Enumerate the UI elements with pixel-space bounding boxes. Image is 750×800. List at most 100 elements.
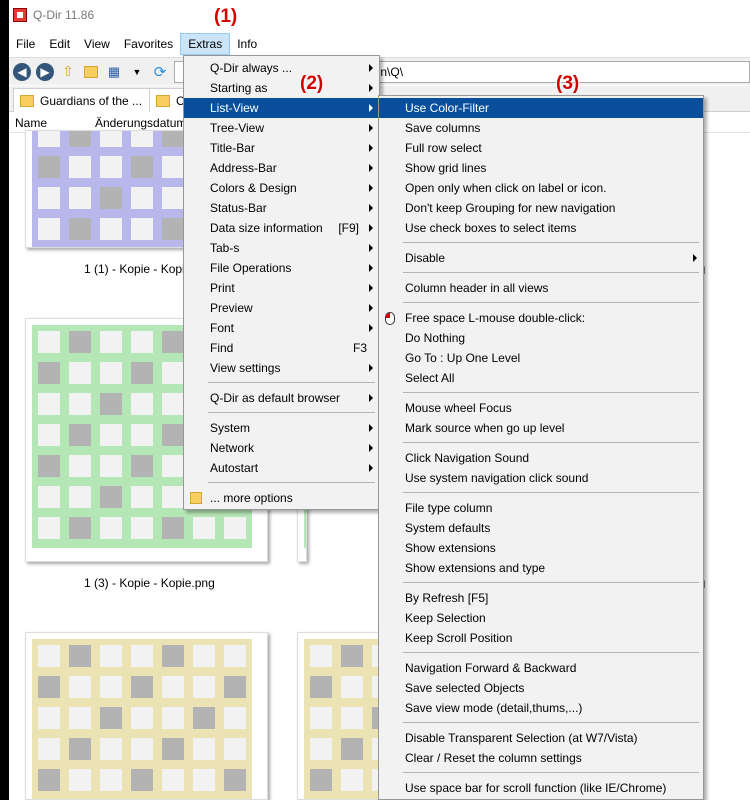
extras-item-10[interactable]: File Operations xyxy=(184,258,379,278)
back-button[interactable]: ◀ xyxy=(12,62,32,82)
listview-item-1[interactable]: Save columns xyxy=(379,118,703,138)
window-edge xyxy=(0,0,9,800)
menu-item-label: Keep Scroll Position xyxy=(405,631,513,645)
menu-file[interactable]: File xyxy=(9,33,42,55)
listview-item-22[interactable]: Keep Selection xyxy=(379,608,703,628)
up-folder-button[interactable]: ⇧ xyxy=(58,62,78,82)
extras-item-0[interactable]: Q-Dir always ... xyxy=(184,58,379,78)
menu-extras[interactable]: Extras xyxy=(180,33,231,55)
window-title: Q-Dir 11.86 xyxy=(33,8,95,22)
extras-item-11[interactable]: Print xyxy=(184,278,379,298)
listview-item-6[interactable]: Use check boxes to select items xyxy=(379,218,703,238)
menu-separator xyxy=(403,272,699,273)
extras-item-18[interactable]: Network xyxy=(184,438,379,458)
refresh-button[interactable]: ⟳ xyxy=(150,62,170,82)
listview-item-0[interactable]: Use Color-Filter xyxy=(379,98,703,118)
extras-item-15[interactable]: View settings xyxy=(184,358,379,378)
submenu-arrow-icon xyxy=(369,144,373,152)
extras-item-9[interactable]: Tab-s xyxy=(184,238,379,258)
submenu-arrow-icon xyxy=(369,284,373,292)
listview-item-24[interactable]: Navigation Forward & Backward xyxy=(379,658,703,678)
listview-item-14[interactable]: Mark source when go up level xyxy=(379,418,703,438)
file-thumbnail[interactable] xyxy=(25,632,268,800)
listview-item-21[interactable]: By Refresh [F5] xyxy=(379,588,703,608)
listview-item-15[interactable]: Click Navigation Sound xyxy=(379,448,703,468)
column-name[interactable]: Name xyxy=(15,116,47,130)
listview-item-29[interactable]: Use space bar for scroll function (like … xyxy=(379,778,703,798)
file-caption[interactable]: 1 (3) - Kopie - Kopie.png xyxy=(84,576,215,590)
menu-item-label: View settings xyxy=(210,361,281,375)
new-folder-button[interactable] xyxy=(81,62,101,82)
forward-arrow-icon: ▶ xyxy=(36,62,54,81)
listview-item-27[interactable]: Disable Transparent Selection (at W7/Vis… xyxy=(379,728,703,748)
menu-separator xyxy=(403,652,699,653)
listview-item-23[interactable]: Keep Scroll Position xyxy=(379,628,703,648)
menu-item-label: Save columns xyxy=(405,121,481,135)
extras-item-16[interactable]: Q-Dir as default browser xyxy=(184,388,379,408)
extras-item-1[interactable]: Starting as xyxy=(184,78,379,98)
listview-item-12[interactable]: Select All xyxy=(379,368,703,388)
tab-guardians[interactable]: Guardians of the ... xyxy=(13,88,153,112)
menu-view[interactable]: View xyxy=(77,33,117,55)
menu-item-label: Network xyxy=(210,441,255,455)
extras-item-19[interactable]: Autostart xyxy=(184,458,379,478)
column-date[interactable]: Änderungsdatum xyxy=(95,116,186,130)
listview-item-10[interactable]: Do Nothing xyxy=(379,328,703,348)
listview-item-7[interactable]: Disable xyxy=(379,248,703,268)
folder-star-icon xyxy=(84,65,98,78)
menu-edit[interactable]: Edit xyxy=(42,33,77,55)
menu-separator xyxy=(403,392,699,393)
submenu-arrow-icon xyxy=(369,324,373,332)
submenu-arrow-icon xyxy=(369,104,373,112)
listview-item-11[interactable]: Go To : Up One Level xyxy=(379,348,703,368)
extras-item-13[interactable]: Font xyxy=(184,318,379,338)
listview-item-26[interactable]: Save view mode (detail,thums,...) xyxy=(379,698,703,718)
listview-item-20[interactable]: Show extensions and type xyxy=(379,558,703,578)
menu-item-label: File type column xyxy=(405,501,493,515)
extras-item-17[interactable]: System xyxy=(184,418,379,438)
listview-item-4[interactable]: Open only when click on label or icon. xyxy=(379,178,703,198)
menu-item-label: Title-Bar xyxy=(210,141,255,155)
menu-info[interactable]: Info xyxy=(230,33,264,55)
tab-label: Guardians of the ... xyxy=(40,93,143,108)
extras-item-7[interactable]: Status-Bar xyxy=(184,198,379,218)
extras-item-14[interactable]: Find F3 xyxy=(184,338,379,358)
file-thumbnail[interactable] xyxy=(297,632,387,800)
submenu-arrow-icon xyxy=(369,124,373,132)
listview-item-19[interactable]: Show extensions xyxy=(379,538,703,558)
view-mode-button[interactable]: ▦ xyxy=(104,62,124,82)
extras-item-6[interactable]: Colors & Design xyxy=(184,178,379,198)
listview-item-8[interactable]: Column header in all views xyxy=(379,278,703,298)
folder-icon xyxy=(20,94,34,107)
menu-item-label: Column header in all views xyxy=(405,281,549,295)
listview-item-3[interactable]: Show grid lines xyxy=(379,158,703,178)
grid-view-icon: ▦ xyxy=(107,63,121,79)
extras-item-8[interactable]: Data size information [F9] xyxy=(184,218,379,238)
extras-item-2[interactable]: List-View xyxy=(184,98,379,118)
extras-item-3[interactable]: Tree-View xyxy=(184,118,379,138)
listview-item-28[interactable]: Clear / Reset the column settings xyxy=(379,748,703,768)
listview-item-5[interactable]: Don't keep Grouping for new navigation xyxy=(379,198,703,218)
refresh-icon: ⟳ xyxy=(153,63,167,81)
menu-item-label: Q-Dir always ... xyxy=(210,61,293,75)
file-caption[interactable]: 1 (1) - Kopie - Kopie xyxy=(84,262,191,276)
listview-item-2[interactable]: Full row select xyxy=(379,138,703,158)
extras-item-20[interactable]: ... more options xyxy=(184,488,379,508)
listview-item-18[interactable]: System defaults xyxy=(379,518,703,538)
menu-item-label: Go To : Up One Level xyxy=(405,351,521,365)
submenu-arrow-icon xyxy=(369,224,373,232)
extras-item-5[interactable]: Address-Bar xyxy=(184,158,379,178)
listview-item-17[interactable]: File type column xyxy=(379,498,703,518)
listview-item-25[interactable]: Save selected Objects xyxy=(379,678,703,698)
forward-button[interactable]: ▶ xyxy=(35,62,55,82)
view-dropdown-button[interactable]: ▼ xyxy=(127,62,147,82)
menu-item-label: Data size information xyxy=(210,221,323,235)
menu-item-label: Tab-s xyxy=(210,241,240,255)
listview-item-16[interactable]: Use system navigation click sound xyxy=(379,468,703,488)
listview-item-9[interactable]: Free space L-mouse double-click: xyxy=(379,308,703,328)
menu-favorites[interactable]: Favorites xyxy=(117,33,180,55)
extras-item-12[interactable]: Preview xyxy=(184,298,379,318)
submenu-arrow-icon xyxy=(369,394,373,402)
listview-item-13[interactable]: Mouse wheel Focus xyxy=(379,398,703,418)
extras-item-4[interactable]: Title-Bar xyxy=(184,138,379,158)
